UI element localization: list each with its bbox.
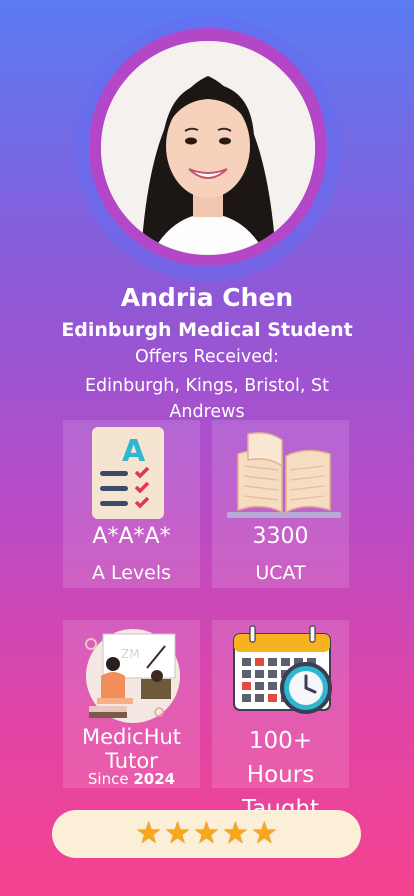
calendar-day-cell [268,682,277,690]
star-icon: ★ [250,816,278,851]
calendar-day-cell [255,658,264,666]
a-levels-label: A Levels [91,562,172,584]
calendar-day-cell [255,682,264,690]
calendar-day-cell [255,670,264,678]
svg-text:ZM: ZM [121,647,140,661]
profile-role: Edinburgh Medical Student [61,319,353,341]
open-book-icon [227,432,341,518]
calendar-day-cell [268,658,277,666]
stat-card-ucat: 3300 UCAT [212,420,349,588]
a-levels-grade: A*A*A* [92,524,171,549]
tutor-since-prefix: Since [87,770,129,788]
tutor-since-year: 2024 [133,770,176,788]
calendar-day-cell [242,658,251,666]
star-rating: ★ ★ ★ ★ ★ [52,810,361,858]
checklist-icon: A [92,427,164,519]
svg-text:A: A [122,434,146,469]
tutor-since: Since 2024 [63,770,200,788]
star-icon: ★ [221,816,249,851]
tutor-illustration: ZM [85,629,180,723]
offers-list: Edinburgh, Kings, Bristol, St Andrews [84,376,330,422]
calendar-day-cell [268,670,277,678]
star-icon: ★ [193,816,220,851]
ucat-score: 3300 [252,524,309,549]
stat-card-tutor: ZM MedicHut Tutor Since 2024 [63,620,200,788]
calendar-day-cell [242,694,251,702]
calendar-day-cell [281,658,290,666]
profile-name: Andria Chen [120,283,294,312]
ucat-label: UCAT [255,562,306,584]
offers-label: Offers Received: [135,347,279,367]
calendar-day-cell [242,670,251,678]
star-icon: ★ [135,816,163,851]
stat-card-a-levels: A A*A*A* A Levels [63,420,200,588]
tutor-title: MedicHut Tutor [81,725,182,773]
calendar-day-cell [242,682,251,690]
stat-card-hours: 100+ Hours Taught [212,620,349,822]
star-icon: ★ [164,816,192,851]
calendar-day-cell [268,694,277,702]
avatar [101,41,315,255]
calendar-clock-icon [233,625,332,714]
calendar-day-cell [255,694,264,702]
